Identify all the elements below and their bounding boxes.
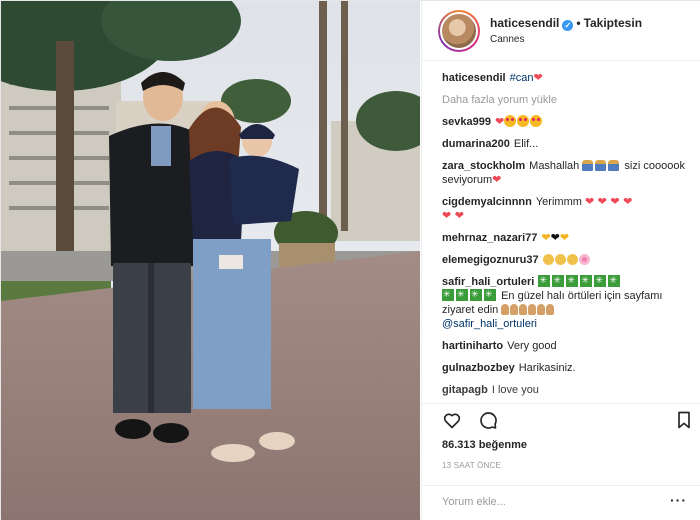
heart-eyes-emoji-icon [517, 115, 530, 127]
post-side-panel: haticesendil ✓ • Takiptesin Cannes haticese… [421, 1, 700, 520]
hand-emoji-icon [537, 304, 546, 315]
action-bar [422, 403, 700, 433]
green-square-emoji-icon [594, 274, 607, 288]
caption-username[interactable]: haticesendil [442, 72, 506, 84]
yellow-heart-icon: ❤ [559, 231, 570, 244]
comment-username[interactable]: mehrnaz_nazari77 [442, 232, 537, 244]
green-square-emoji-icon [442, 288, 454, 302]
comment-username[interactable]: zara_stockholm [442, 160, 525, 172]
green-square-emoji-icon [608, 274, 621, 288]
comment-text: Very good [507, 340, 557, 352]
green-square-emoji-icon [552, 274, 565, 288]
comment-username[interactable]: gitapagb [442, 384, 488, 396]
red-heart-icon: ❤ [492, 173, 502, 186]
thumbs-up-emoji-icon [566, 254, 578, 265]
comment-username[interactable]: cigdemyalcinnnn [442, 196, 532, 208]
avatar[interactable] [440, 12, 478, 50]
hand-emoji-icon [546, 304, 555, 315]
family-emoji-icon [582, 160, 594, 171]
yellow-heart-icon: ❤ [541, 231, 551, 244]
comment-input[interactable] [442, 496, 662, 508]
clap-emoji-icon [542, 254, 554, 265]
like-count[interactable]: 86.313 beğenme [442, 439, 527, 451]
caption: haticesendil #can❤ [442, 71, 685, 85]
add-comment-bar: ··· [422, 485, 700, 520]
family-emoji-icon [595, 160, 607, 171]
comment-username[interactable]: elemegigoznuru37 [442, 254, 539, 266]
avatar-ring[interactable] [438, 10, 480, 52]
green-square-emoji-icon [456, 288, 468, 302]
bookmark-icon[interactable] [674, 410, 694, 430]
location[interactable]: Cannes [490, 34, 524, 45]
comment-text: I love you [491, 384, 539, 396]
hand-emoji-icon [528, 304, 537, 315]
comment-item: safir_hali_ortuleri En güzel halı örtüle… [442, 274, 685, 331]
green-square-emoji-icon [580, 274, 593, 288]
comment-item: hartiniharto Very good [442, 339, 685, 353]
post-photo[interactable] [1, 1, 420, 520]
caption-hashtag[interactable]: #can [510, 72, 534, 84]
comments-list: haticesendil #can❤ Daha fazla yorum yükle… [422, 71, 700, 401]
green-square-emoji-icon [484, 288, 496, 302]
heart-outline-icon[interactable] [442, 410, 462, 430]
black-heart-icon: ❤ [550, 231, 560, 244]
more-options-icon[interactable]: ··· [670, 492, 687, 508]
green-square-emoji-icon [470, 288, 482, 302]
verified-icon: ✓ [562, 20, 574, 31]
red-heart-icon: ❤ [494, 115, 505, 128]
comment-text: Mashallah [529, 160, 580, 172]
comment-item: mehrnaz_nazari77 ❤❤❤ [442, 231, 685, 245]
family-emoji-icon [608, 160, 620, 171]
hand-emoji-icon [519, 304, 528, 315]
comment-username[interactable]: dumarina200 [442, 138, 510, 150]
heart-eyes-emoji-icon [504, 115, 517, 127]
comment-item: dumarina200 Elif... [442, 137, 685, 151]
hand-emoji-icon [510, 304, 519, 315]
clap-emoji-icon [554, 254, 566, 265]
photo-illustration [1, 1, 420, 520]
comment-username[interactable]: safir_hali_ortuleri [442, 276, 534, 288]
comment-username[interactable]: sevka999 [442, 116, 491, 128]
comment-item: zara_stockholm Mashallah sizi coooook sev… [442, 159, 685, 187]
comment-item: gulnazbozbey Harikasiniz. [442, 361, 685, 375]
separator-dot: • [576, 16, 581, 30]
header-username-row: haticesendil ✓ • Takiptesin [490, 16, 642, 31]
load-more-comments[interactable]: Daha fazla yorum yükle [442, 93, 685, 107]
flower-emoji-icon [578, 254, 590, 265]
comment-text: Harikasiniz. [518, 362, 576, 374]
post-header: haticesendil ✓ • Takiptesin Cannes [422, 1, 700, 61]
post-timestamp[interactable]: 13 SAAT ÖNCE [442, 461, 501, 470]
comment-icon[interactable] [478, 410, 498, 430]
comment-item: gitapagb I love you [442, 383, 685, 397]
comment-username[interactable]: gulnazbozbey [442, 362, 515, 374]
red-heart-icon: ❤ [533, 71, 543, 84]
comment-text: Elif... [513, 138, 539, 150]
instagram-post-modal: haticesendil ✓ • Takiptesin Cannes haticese… [0, 0, 700, 520]
green-square-emoji-icon [538, 274, 551, 288]
green-square-emoji-icon [566, 274, 579, 288]
comment-item: elemegigoznuru37 [442, 253, 685, 267]
heart-eyes-emoji-icon [530, 115, 543, 127]
header-username[interactable]: haticesendil [490, 16, 559, 30]
comment-username[interactable]: hartiniharto [442, 340, 503, 352]
comment-item: cigdemyalcinnnn Yerimmm ❤ ❤ ❤ ❤ ❤ ❤ [442, 195, 685, 223]
comment-item: sevka999 ❤ [442, 115, 685, 129]
comment-text: Yerimmm [535, 196, 582, 208]
comment-mention[interactable]: @safir_hali_ortuleri [442, 318, 537, 330]
follow-status[interactable]: Takiptesin [584, 16, 642, 30]
hand-emoji-icon [501, 304, 510, 315]
